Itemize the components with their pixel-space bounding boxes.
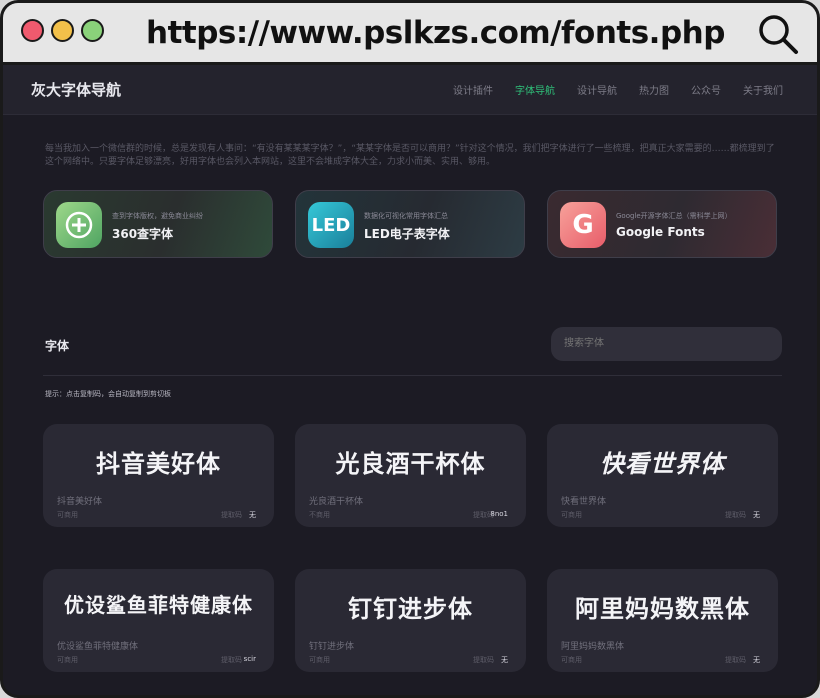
nav-about-us[interactable]: 关于我们 bbox=[743, 82, 783, 97]
font-name: 阿里妈妈数黑体 bbox=[561, 642, 625, 652]
usage-badge: 不商用 bbox=[309, 511, 330, 519]
maximize-window-button[interactable] bbox=[81, 19, 104, 42]
featured-subtitle: 查到字体版权，避免商业纠纷 bbox=[112, 212, 203, 220]
featured-title: 360查字体 bbox=[112, 227, 174, 241]
nav-heatmap[interactable]: 热力图 bbox=[639, 82, 669, 97]
font-name: 优设鲨鱼菲特健康体 bbox=[57, 642, 139, 652]
font-preview: 优设鲨鱼菲特健康体 bbox=[64, 593, 253, 617]
intro-text: 每当我加入一个微信群的时候，总是发现有人事问：“有没有某某某字体？”，“某某字体… bbox=[45, 144, 775, 167]
code-value[interactable]: scir bbox=[244, 655, 256, 663]
font-preview: 钉钉进步体 bbox=[348, 595, 473, 623]
code-value[interactable]: 无 bbox=[753, 655, 760, 665]
featured-card-360[interactable]: 查到字体版权，避免商业纠纷 360查字体 bbox=[43, 190, 273, 258]
browser-toolbar: https://www.pslkzs.com/fonts.php bbox=[3, 3, 817, 65]
copy-tip: 提示：点击复制码，会自动复制到剪切板 bbox=[45, 390, 171, 398]
code-label: 提取码 bbox=[221, 511, 242, 519]
code-label: 提取码 bbox=[725, 511, 746, 519]
usage-badge: 可商用 bbox=[57, 656, 78, 664]
featured-subtitle: 数据化可视化常用字体汇总 bbox=[364, 212, 448, 220]
code-label: 提取码 bbox=[725, 656, 746, 664]
font-card[interactable]: 阿里妈妈数黑体 阿里妈妈数黑体 可商用 提取码 无 bbox=[547, 569, 778, 672]
usage-badge: 可商用 bbox=[309, 656, 330, 664]
code-value[interactable]: 无 bbox=[501, 655, 508, 665]
nav-official-account[interactable]: 公众号 bbox=[691, 82, 721, 97]
font-card[interactable]: 抖音美好体 抖音美好体 可商用 提取码 无 bbox=[43, 424, 274, 527]
code-label: 提取码 bbox=[473, 656, 494, 664]
font-preview: 光良酒干杯体 bbox=[335, 450, 486, 478]
font-preview: 阿里妈妈数黑体 bbox=[575, 595, 750, 623]
usage-badge: 可商用 bbox=[57, 511, 78, 519]
nav-design-navigation[interactable]: 设计导航 bbox=[577, 82, 617, 97]
site-logo-text[interactable]: 灰大字体导航 bbox=[31, 79, 121, 100]
section-title: 字体 bbox=[45, 339, 70, 353]
search-icon[interactable] bbox=[755, 11, 801, 57]
font-card[interactable]: 优设鲨鱼菲特健康体 优设鲨鱼菲特健康体 可商用 提取码 scir bbox=[43, 569, 274, 672]
divider bbox=[43, 375, 782, 376]
font-card[interactable]: 快看世界体 快看世界体 可商用 提取码 无 bbox=[547, 424, 778, 527]
font-preview: 抖音美好体 bbox=[96, 450, 221, 478]
font-name: 快看世界体 bbox=[561, 497, 607, 507]
font-name: 钉钉进步体 bbox=[309, 642, 355, 652]
font-name: 光良酒干杯体 bbox=[309, 497, 364, 507]
featured-title: Google Fonts bbox=[616, 225, 705, 239]
browser-window: https://www.pslkzs.com/fonts.php 灰大字体导航 … bbox=[0, 0, 820, 698]
nav-design-plugins[interactable]: 设计插件 bbox=[453, 82, 493, 97]
google-g-icon: G bbox=[560, 202, 606, 248]
minimize-window-button[interactable] bbox=[51, 19, 74, 42]
code-label: 提取码 bbox=[221, 656, 242, 664]
code-value[interactable]: 无 bbox=[249, 510, 256, 520]
featured-card-google-fonts[interactable]: G Google开源字体汇总（需科学上网） Google Fonts bbox=[547, 190, 777, 258]
font-name: 抖音美好体 bbox=[57, 497, 103, 507]
usage-badge: 可商用 bbox=[561, 656, 582, 664]
font-card[interactable]: 光良酒干杯体 光良酒干杯体 不商用 提取码 8no1 bbox=[295, 424, 526, 527]
site-header: 灰大字体导航 设计插件 字体导航 设计导航 热力图 公众号 关于我们 bbox=[3, 65, 817, 115]
font-preview: 快看世界体 bbox=[600, 450, 725, 478]
usage-badge: 可商用 bbox=[561, 511, 582, 519]
nav-font-navigation[interactable]: 字体导航 bbox=[515, 82, 555, 97]
code-value[interactable]: 无 bbox=[753, 510, 760, 520]
featured-title: LED电子表字体 bbox=[364, 227, 450, 241]
code-value[interactable]: 8no1 bbox=[490, 510, 508, 518]
featured-card-led[interactable]: LED 数据化可视化常用字体汇总 LED电子表字体 bbox=[295, 190, 525, 258]
360-plus-icon bbox=[56, 202, 102, 248]
featured-subtitle: Google开源字体汇总（需科学上网） bbox=[616, 212, 732, 220]
address-bar[interactable]: https://www.pslkzs.com/fonts.php bbox=[146, 11, 725, 55]
main-nav: 设计插件 字体导航 设计导航 热力图 公众号 关于我们 bbox=[453, 82, 783, 97]
close-window-button[interactable] bbox=[21, 19, 44, 42]
font-card[interactable]: 钉钉进步体 钉钉进步体 可商用 提取码 无 bbox=[295, 569, 526, 672]
font-search-input[interactable] bbox=[551, 327, 782, 361]
led-icon: LED bbox=[308, 202, 354, 248]
